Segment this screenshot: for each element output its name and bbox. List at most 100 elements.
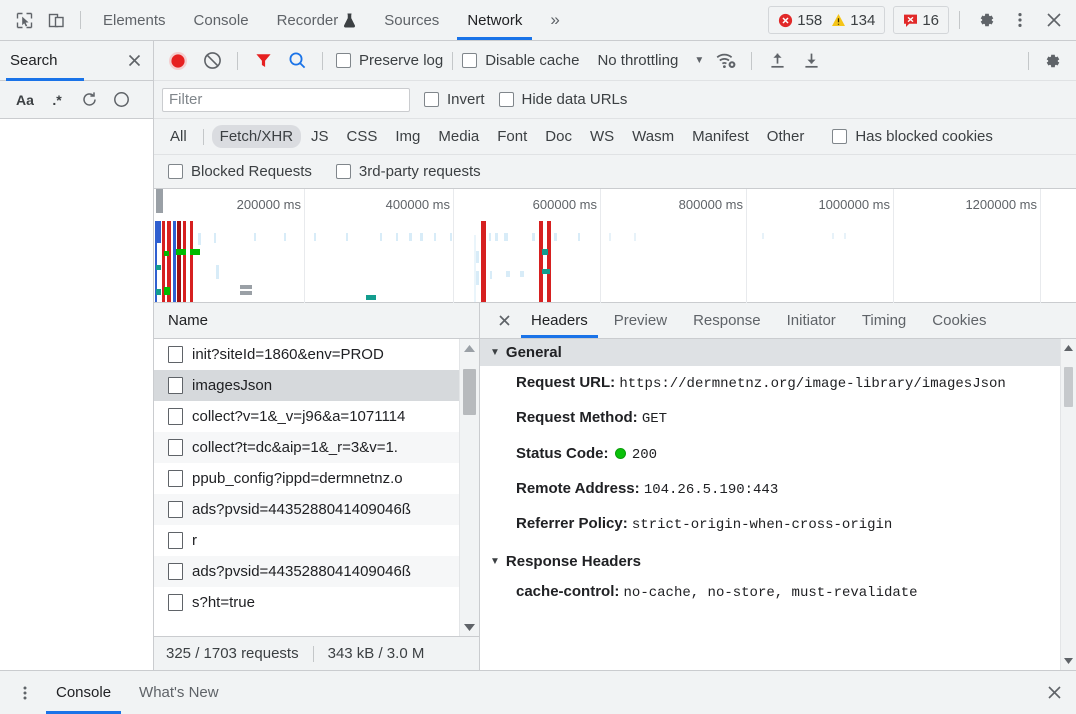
gear-icon[interactable] (1036, 47, 1068, 75)
tab-preview[interactable]: Preview (601, 303, 680, 338)
table-row[interactable]: ads?pvsid=4435288041409046ß (154, 494, 459, 525)
type-filter-other[interactable]: Other (759, 125, 813, 148)
invert-box[interactable] (424, 92, 439, 107)
close-icon[interactable] (1038, 5, 1070, 35)
type-filter-ws[interactable]: WS (582, 125, 622, 148)
scrollbar-track[interactable] (460, 357, 479, 618)
preserve-log-checkbox[interactable]: Preserve log (336, 52, 443, 69)
type-filter-fetch-xhr[interactable]: Fetch/XHR (211, 125, 302, 148)
clear-requests-icon[interactable] (196, 47, 228, 75)
column-header-name: Name (168, 312, 209, 329)
more-tabs-label: » (550, 10, 560, 29)
table-row[interactable]: init?siteId=1860&env=PROD (154, 339, 459, 370)
kebab-menu-icon[interactable] (1004, 5, 1036, 35)
filter-input[interactable] (162, 87, 410, 112)
table-row[interactable]: ppub_config?ippd=dermnetnz.o (154, 463, 459, 494)
table-row[interactable]: collect?v=1&_v=j96&a=1071114 (154, 401, 459, 432)
type-filter-wasm[interactable]: Wasm (624, 125, 682, 148)
tab-recorder[interactable]: Recorder (263, 0, 371, 40)
wifi-gear-icon[interactable] (710, 47, 742, 75)
disable-cache-box[interactable] (462, 53, 478, 68)
scrollbar-thumb[interactable] (463, 369, 476, 415)
close-icon[interactable] (126, 52, 143, 69)
document-icon (168, 532, 183, 549)
table-row[interactable]: ads?pvsid=4435288041409046ß (154, 556, 459, 587)
inspect-cursor-icon[interactable] (8, 5, 40, 35)
search-icon[interactable] (281, 47, 313, 75)
issues-badge-group[interactable]: 16 (893, 6, 949, 34)
tab-elements[interactable]: Elements (89, 0, 180, 40)
upload-arrow-icon[interactable] (761, 47, 793, 75)
scroll-down-arrow-icon[interactable] (1063, 652, 1074, 670)
third-party-requests-checkbox[interactable]: 3rd-party requests (335, 163, 481, 180)
disable-cache-checkbox[interactable]: Disable cache (462, 52, 579, 69)
type-filter-doc[interactable]: Doc (537, 125, 580, 148)
match-case-toggle[interactable]: Aa (10, 87, 40, 113)
drawer-tab-console[interactable]: Console (42, 671, 125, 714)
close-icon[interactable] (490, 307, 518, 335)
type-filter-media[interactable]: Media (430, 125, 487, 148)
scroll-up-arrow-icon[interactable] (463, 339, 476, 357)
close-icon[interactable] (1045, 683, 1064, 702)
request-list-header[interactable]: Name (154, 303, 479, 339)
throttling-dropdown[interactable]: No throttling ▼ (593, 52, 704, 69)
network-overview-timeline[interactable]: 200000 ms 400000 ms 600000 ms 800000 ms … (154, 189, 1076, 303)
record-button-icon[interactable] (162, 47, 194, 75)
tab-headers[interactable]: Headers (518, 303, 601, 338)
blocked-requests-checkbox[interactable]: Blocked Requests (168, 163, 312, 180)
has-blocked-cookies-box[interactable] (832, 129, 848, 144)
error-badge[interactable]: 158 (778, 12, 822, 29)
table-row[interactable]: r (154, 525, 459, 556)
scrollbar-thumb[interactable] (1064, 367, 1073, 407)
document-icon (168, 377, 183, 394)
type-filter-js[interactable]: JS (303, 125, 337, 148)
type-filter-img[interactable]: Img (387, 125, 428, 148)
preserve-log-box[interactable] (336, 53, 351, 68)
type-filter-font[interactable]: Font (489, 125, 535, 148)
hide-data-urls-checkbox[interactable]: Hide data URLs (498, 91, 627, 108)
scroll-up-arrow-icon[interactable] (1063, 339, 1074, 357)
detail-scrollbar[interactable] (1060, 339, 1076, 670)
scroll-down-arrow-icon[interactable] (463, 618, 476, 636)
issues-badge[interactable]: 16 (903, 12, 939, 29)
response-headers-section-header[interactable]: ▼ Response Headers (480, 548, 1060, 575)
regex-toggle[interactable]: .* (42, 87, 72, 113)
warning-badge[interactable]: 134 (831, 12, 875, 29)
type-filter-font-label: Font (497, 128, 528, 145)
tab-initiator[interactable]: Initiator (774, 303, 849, 338)
gear-icon[interactable] (970, 5, 1002, 35)
has-blocked-cookies-checkbox[interactable]: Has blocked cookies (832, 128, 993, 145)
toolbar-divider-2 (959, 11, 960, 29)
table-row[interactable]: s?ht=true (154, 587, 459, 618)
more-tabs-button[interactable]: » (536, 0, 573, 40)
tab-console[interactable]: Console (180, 0, 263, 40)
third-party-requests-box[interactable] (335, 164, 351, 179)
device-toolbar-icon[interactable] (40, 5, 72, 35)
overview-tick-label: 400000 ms (385, 197, 450, 212)
type-filter-manifest[interactable]: Manifest (684, 125, 757, 148)
clear-icon[interactable] (106, 87, 136, 113)
invert-checkbox[interactable]: Invert (424, 91, 485, 108)
blocked-requests-box[interactable] (168, 164, 183, 179)
error-warning-badge-group[interactable]: 158 134 (768, 6, 886, 34)
type-filter-all[interactable]: All (162, 125, 195, 148)
hide-data-urls-box[interactable] (498, 92, 514, 107)
overview-ruler: 200000 ms 400000 ms 600000 ms 800000 ms … (156, 189, 1076, 303)
refresh-icon[interactable] (74, 87, 104, 113)
tab-cookies[interactable]: Cookies (919, 303, 999, 338)
scrollbar-track[interactable] (1061, 357, 1076, 652)
kebab-menu-icon[interactable] (8, 678, 42, 708)
table-row[interactable]: imagesJson (154, 370, 459, 401)
tab-timing[interactable]: Timing (849, 303, 919, 338)
download-arrow-icon[interactable] (795, 47, 827, 75)
tab-response[interactable]: Response (680, 303, 774, 338)
referrer-policy-row: Referrer Policy: strict-origin-when-cros… (480, 507, 1060, 542)
table-row[interactable]: collect?t=dc&aip=1&_r=3&v=1. (154, 432, 459, 463)
request-list-scrollbar[interactable] (459, 339, 479, 636)
filter-funnel-icon[interactable] (247, 47, 279, 75)
type-filter-css[interactable]: CSS (339, 125, 386, 148)
tab-network[interactable]: Network (453, 0, 536, 40)
drawer-tab-whats-new[interactable]: What's New (125, 671, 233, 714)
general-section-header[interactable]: ▼ General (480, 339, 1060, 366)
tab-sources[interactable]: Sources (370, 0, 453, 40)
